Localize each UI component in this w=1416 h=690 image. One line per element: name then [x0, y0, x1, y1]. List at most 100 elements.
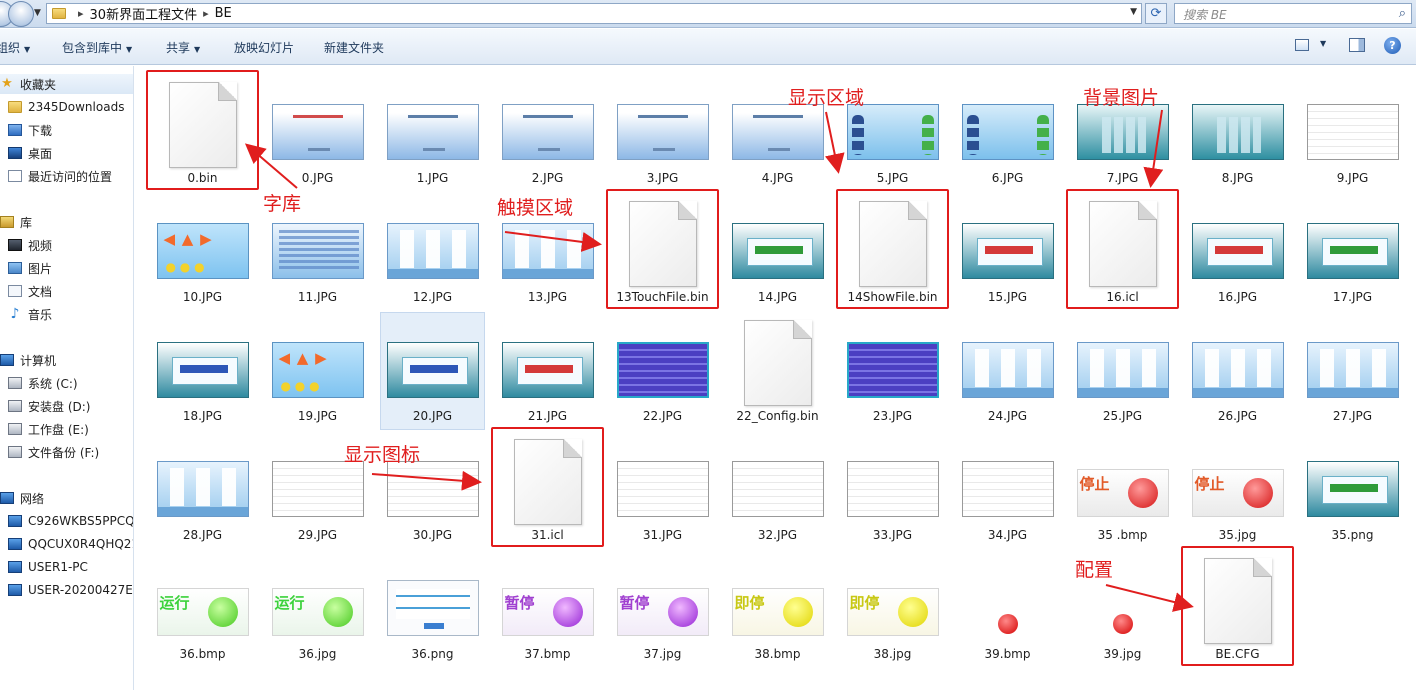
sidebar-item-computer[interactable]: 计算机: [0, 350, 133, 370]
file-item[interactable]: 10.JPG: [150, 193, 255, 311]
file-item[interactable]: 21.JPG: [495, 312, 600, 430]
sidebar-item-drive-f[interactable]: 文件备份 (F:): [8, 442, 133, 462]
slideshow-button[interactable]: 放映幻灯片: [234, 39, 294, 56]
chevron-down-icon[interactable]: ▼: [1130, 7, 1137, 17]
sidebar-item-music[interactable]: ♪ 音乐: [8, 304, 133, 324]
file-item[interactable]: 22.JPG: [610, 312, 715, 430]
file-thumbnail: [156, 223, 249, 279]
file-item[interactable]: 32.JPG: [725, 431, 830, 549]
file-item[interactable]: 37.jpg: [610, 550, 715, 668]
file-item[interactable]: 17.JPG: [1300, 193, 1405, 311]
picture-icon: [8, 262, 22, 274]
file-name-label: 1.JPG: [416, 171, 449, 185]
annotation-font: 字库: [263, 193, 302, 215]
sidebar-item-label: 库: [20, 215, 33, 230]
sidebar-item-label: 视频: [28, 238, 53, 253]
sidebar-item-net-host[interactable]: USER1-PC: [8, 557, 133, 577]
file-item[interactable]: 8.JPG: [1185, 74, 1290, 192]
file-item[interactable]: 22_Config.bin: [725, 312, 830, 430]
sidebar-item-net-host[interactable]: QQCUX0R4QHQ21: [8, 534, 133, 554]
sidebar-item-drive-c[interactable]: 系统 (C:): [8, 373, 133, 393]
file-item[interactable]: 27.JPG: [1300, 312, 1405, 430]
search-input[interactable]: 搜索 BE ⌕: [1174, 3, 1412, 24]
file-thumbnail: [961, 104, 1054, 160]
history-dropdown-icon[interactable]: ▼: [34, 8, 41, 18]
help-icon[interactable]: ?: [1384, 37, 1401, 54]
file-item[interactable]: 24.JPG: [955, 312, 1060, 430]
file-item[interactable]: 23.JPG: [840, 312, 945, 430]
view-options-icon[interactable]: [1295, 39, 1309, 51]
file-item[interactable]: 33.JPG: [840, 431, 945, 549]
file-item[interactable]: 36.png: [380, 550, 485, 668]
highlight-box: [146, 70, 259, 190]
sidebar-item-network[interactable]: 网络: [0, 488, 133, 508]
highlight-box: [836, 189, 949, 309]
file-item[interactable]: 36.bmp: [150, 550, 255, 668]
file-item[interactable]: 2.JPG: [495, 74, 600, 192]
file-item[interactable]: 0.JPG: [265, 74, 370, 192]
file-item[interactable]: 19.JPG: [265, 312, 370, 430]
file-item[interactable]: 9.JPG: [1300, 74, 1405, 192]
sidebar-item-drive-e[interactable]: 工作盘 (E:): [8, 419, 133, 439]
file-item[interactable]: 35.png: [1300, 431, 1405, 549]
file-item[interactable]: 12.JPG: [380, 193, 485, 311]
file-item[interactable]: 16.JPG: [1185, 193, 1290, 311]
file-item[interactable]: 31.JPG: [610, 431, 715, 549]
file-thumbnail: [961, 223, 1054, 279]
preview-pane-icon[interactable]: [1349, 38, 1365, 52]
file-item[interactable]: 25.JPG: [1070, 312, 1175, 430]
breadcrumb-parent[interactable]: 30新界面工程文件: [90, 4, 198, 23]
address-field[interactable]: ▸ 30新界面工程文件 ▸ BE ▼: [46, 3, 1142, 24]
file-name-label: 18.JPG: [182, 409, 223, 423]
new-folder-button[interactable]: 新建文件夹: [324, 39, 384, 56]
chevron-down-icon[interactable]: ▼: [1320, 39, 1326, 48]
file-name-label: 34.JPG: [987, 528, 1028, 542]
file-item[interactable]: 35.jpg: [1185, 431, 1290, 549]
file-item[interactable]: 38.jpg: [840, 550, 945, 668]
file-name-label: 21.JPG: [527, 409, 568, 423]
file-item[interactable]: 39.bmp: [955, 550, 1060, 668]
file-item[interactable]: 36.jpg: [265, 550, 370, 668]
file-item[interactable]: 28.JPG: [150, 431, 255, 549]
chevron-right-icon[interactable]: ▸: [203, 7, 209, 20]
search-icon[interactable]: ⌕: [1399, 6, 1406, 21]
music-icon: ♪: [10, 306, 20, 322]
sidebar-item-documents[interactable]: 文档: [8, 281, 133, 301]
sidebar-item-libraries[interactable]: 库: [0, 212, 133, 232]
file-thumbnail: [1112, 614, 1133, 634]
sidebar-item-recent[interactable]: 最近访问的位置: [8, 166, 133, 186]
sidebar-item-drive-d[interactable]: 安装盘 (D:): [8, 396, 133, 416]
file-item[interactable]: 38.bmp: [725, 550, 830, 668]
refresh-button[interactable]: ⟳: [1145, 3, 1167, 24]
file-item[interactable]: 26.JPG: [1185, 312, 1290, 430]
sidebar-item-desktop[interactable]: 桌面: [8, 143, 133, 163]
file-list-view[interactable]: 0.bin 0.JPG 1.JPG 2.JPG 3.JPG 4.JPG 5.JPG 6.JPG…: [135, 66, 1416, 690]
file-name-label: 3.JPG: [646, 171, 679, 185]
document-icon: [8, 285, 22, 297]
file-item[interactable]: 6.JPG: [955, 74, 1060, 192]
file-item[interactable]: 20.JPG: [380, 312, 485, 430]
file-item[interactable]: 18.JPG: [150, 312, 255, 430]
file-item[interactable]: 34.JPG: [955, 431, 1060, 549]
sidebar-item-2345downloads[interactable]: 2345Downloads: [8, 97, 133, 117]
file-item[interactable]: 14.JPG: [725, 193, 830, 311]
chevron-right-icon[interactable]: ▸: [78, 7, 84, 20]
sidebar-item-net-host[interactable]: C926WKBS5PPCQ6: [8, 511, 133, 531]
forward-button[interactable]: [8, 1, 34, 27]
organize-button[interactable]: 组织 ▼: [0, 39, 30, 56]
file-item[interactable]: 35 .bmp: [1070, 431, 1175, 549]
file-item[interactable]: 37.bmp: [495, 550, 600, 668]
include-library-button[interactable]: 包含到库中 ▼: [62, 39, 132, 56]
file-item[interactable]: 3.JPG: [610, 74, 715, 192]
file-thumbnail: [386, 580, 479, 636]
file-thumbnail: [1191, 223, 1284, 279]
file-item[interactable]: 15.JPG: [955, 193, 1060, 311]
file-item[interactable]: 1.JPG: [380, 74, 485, 192]
sidebar-item-favorites[interactable]: ★ 收藏夹: [0, 74, 133, 94]
sidebar-item-downloads[interactable]: 下载: [8, 120, 133, 140]
breadcrumb-current[interactable]: BE: [215, 6, 232, 21]
share-button[interactable]: 共享 ▼: [166, 39, 200, 56]
sidebar-item-net-host[interactable]: USER-20200427EQ: [8, 580, 133, 600]
sidebar-item-videos[interactable]: 视频: [8, 235, 133, 255]
sidebar-item-pictures[interactable]: 图片: [8, 258, 133, 278]
